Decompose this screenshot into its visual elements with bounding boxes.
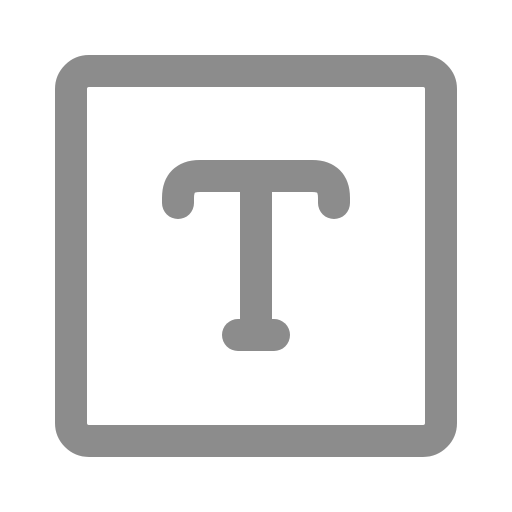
text-box-icon-graphic — [55, 55, 457, 457]
icon-canvas — [0, 0, 512, 512]
text-box-icon — [0, 0, 512, 512]
